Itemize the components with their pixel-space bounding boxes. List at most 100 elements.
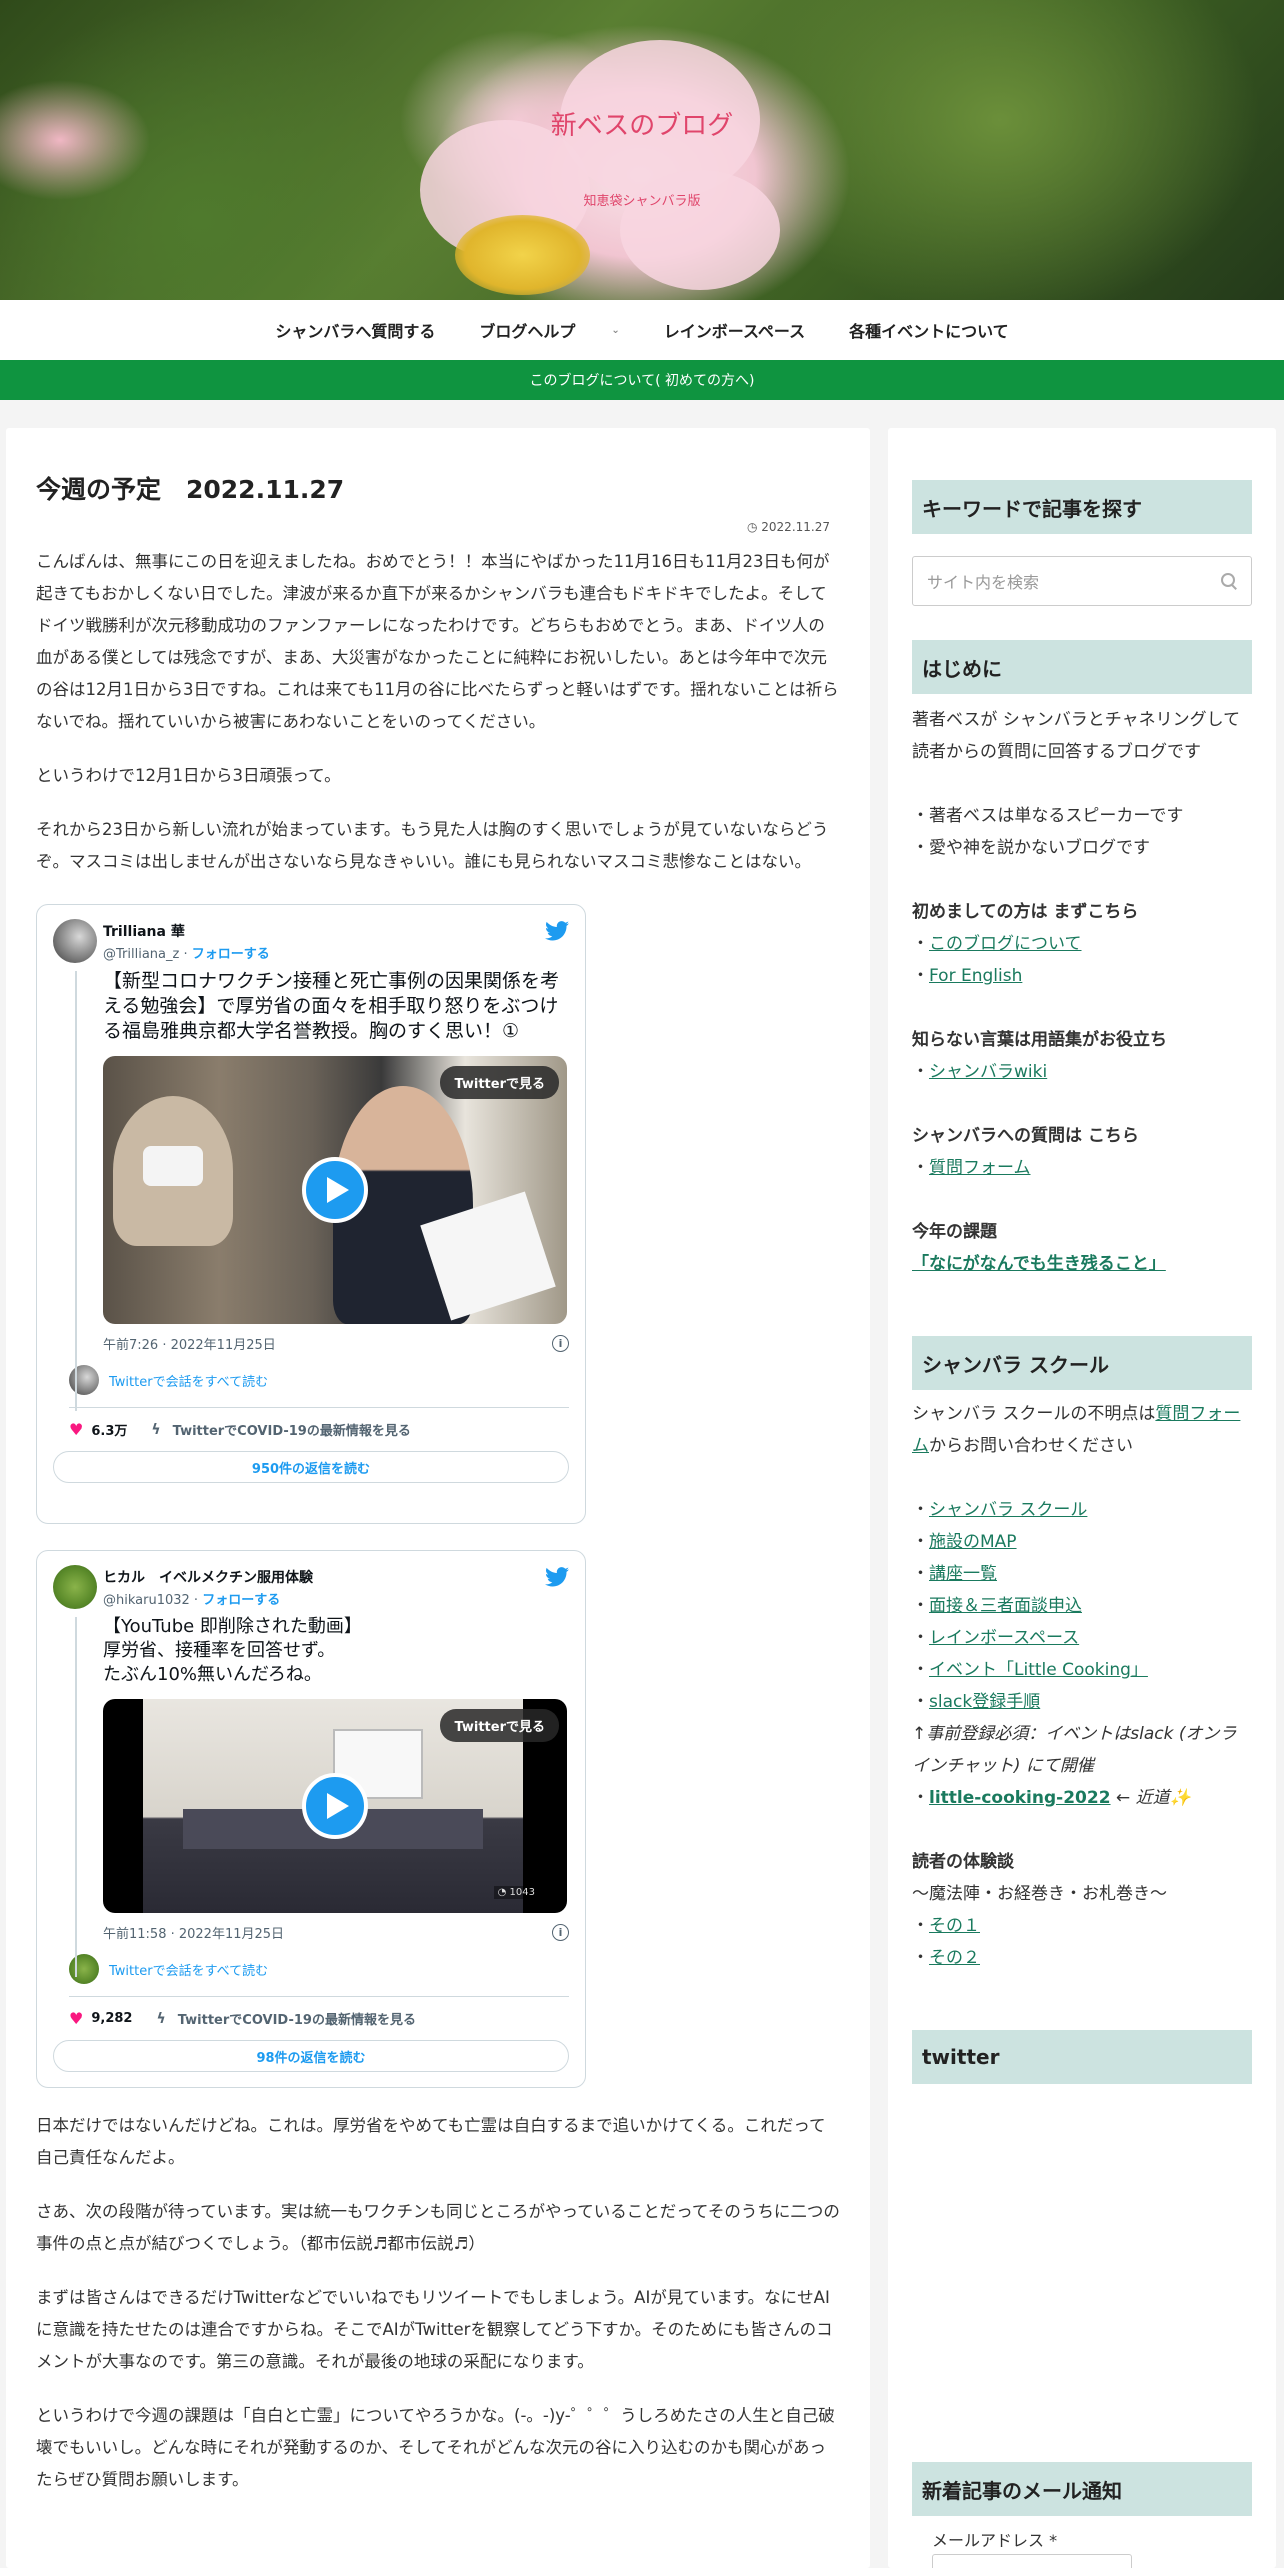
link-yearly-theme[interactable]: 「なにがなんでも生き残ること」 (912, 1254, 1166, 1274)
link-english[interactable]: For English (929, 966, 1022, 986)
link-school[interactable]: シャンバラ スクール (929, 1500, 1087, 1520)
read-conversation-label: Twitterで会話をすべて読む (109, 1374, 269, 1390)
tweet-actions: ♥ 6.3万 ϟ TwitterでCOVID-19の最新情報を見る (69, 1420, 569, 1439)
link-review-1[interactable]: その１ (929, 1916, 980, 1936)
tweet-time-row: 午前11:58 · 2022年11月25日 i (103, 1923, 569, 1942)
list-item: ・little-cooking-2022 ← 近道✨ (912, 1788, 1191, 1808)
list-item: ・シャンバラwiki (912, 1062, 1048, 1082)
twitter-timeline[interactable] (912, 2084, 1252, 2444)
mail-widget: メールアドレス * (912, 2528, 1252, 2568)
post-paragraph: まずは皆さんはできるだけTwitterなどでいいねでもリツイートでもしましょう。… (36, 2288, 833, 2371)
school-desc-text: シャンバラ スクールの不明点は (912, 1404, 1156, 1424)
read-conversation-label: Twitterで会話をすべて読む (109, 1963, 269, 1979)
post-date: ◷ 2022.11.27 (36, 520, 830, 534)
glossary-label: 知らない言葉は用語集がお役立ち (912, 1030, 1167, 1050)
read-conversation-link[interactable]: Twitterで会話をすべて読む (69, 1954, 569, 1984)
tweet-text: 【YouTube 即削除された動画】 厚労省、接種率を回答せず。 たぶん10%無… (103, 1616, 362, 1685)
link-wiki[interactable]: シャンバラwiki (929, 1062, 1047, 1082)
tweet-handle[interactable]: @Trilliana_z (103, 947, 179, 962)
link-review-2[interactable]: その２ (929, 1948, 980, 1968)
widget-heading: キーワードで記事を探す (912, 480, 1252, 534)
tweet-handle[interactable]: @hikaru1032 (103, 1593, 190, 1608)
reviews-label: 読者の体験談 (912, 1852, 1014, 1872)
search-input[interactable]: サイト内を検索 (912, 556, 1252, 606)
search-placeholder: サイト内を検索 (927, 573, 1040, 592)
notice-bar[interactable]: このブログについて( 初めての方へ) (0, 360, 1284, 400)
link-about-blog[interactable]: このブログについて (929, 934, 1082, 954)
watch-on-twitter-button[interactable]: Twitterで見る (440, 1066, 559, 1099)
link-interview[interactable]: 面接＆三者面談申込 (929, 1596, 1082, 1616)
avatar (69, 1954, 99, 1984)
embedded-tweet[interactable]: ヒカル イベルメクチン服用体験 @hikaru1032 · フォローする 【Yo… (36, 1550, 586, 2088)
heart-icon[interactable]: ♥ (69, 2009, 83, 2028)
list-item: ・シャンバラ スクール (912, 1500, 1088, 1520)
email-field[interactable] (932, 2554, 1132, 2568)
avatar[interactable] (53, 919, 97, 963)
like-count[interactable]: 9,282 (91, 2011, 132, 2026)
list-item: ・For English (912, 966, 1023, 986)
tweet-author-name[interactable]: ヒカル イベルメクチン服用体験 (103, 1567, 313, 1587)
avatar (69, 1365, 99, 1395)
intro-desc: 著者ベスが シャンバラとチャネリングして 読者からの質問に回答するブログです (912, 710, 1241, 762)
read-replies-button[interactable]: 950件の返信を読む (53, 1451, 569, 1483)
post-paragraph: というわけで今週の課題は「自白と亡霊」についてやろうかな。(-。-)y-゜゜゜う… (36, 2406, 835, 2489)
avatar[interactable] (53, 1565, 97, 1609)
nav-item-question[interactable]: シャンバラへ質問する (253, 318, 457, 342)
list-item: ・slack登録手順 (912, 1692, 1041, 1712)
watch-on-twitter-button[interactable]: Twitterで見る (440, 1709, 559, 1742)
school-desc-text: からお問い合わせください (929, 1436, 1133, 1456)
link-slack[interactable]: slack登録手順 (929, 1692, 1040, 1712)
read-conversation-link[interactable]: Twitterで会話をすべて読む (69, 1365, 569, 1395)
post-date-text: 2022.11.27 (761, 520, 830, 534)
tweet-timestamp[interactable]: 午前7:26 · 2022年11月25日 (103, 1334, 276, 1353)
shortcut-note: ← 近道✨ (1110, 1788, 1191, 1808)
tweet-time-row: 午前7:26 · 2022年11月25日 i (103, 1334, 569, 1353)
link-courses[interactable]: 講座一覧 (929, 1564, 997, 1584)
follow-link[interactable]: フォローする (192, 947, 270, 962)
intro-widget: 著者ベスが シャンバラとチャネリングして 読者からの質問に回答するブログです ・… (912, 704, 1252, 1280)
nav-item-events[interactable]: 各種イベントについて (827, 318, 1031, 342)
topic-link[interactable]: TwitterでCOVID-19の最新情報を見る (178, 2009, 416, 2028)
link-facility-map[interactable]: 施設のMAP (929, 1532, 1017, 1552)
nav-item-help[interactable]: ブログヘルプ ⌄ (457, 318, 641, 342)
tweet-video[interactable]: Twitterで見る ◔ 1043 (103, 1699, 567, 1913)
topic-link[interactable]: TwitterでCOVID-19の最新情報を見る (173, 1420, 411, 1439)
search-icon[interactable] (1221, 573, 1237, 589)
view-count: ◔ 1043 (493, 1886, 539, 1899)
info-icon[interactable]: i (552, 1335, 569, 1352)
flower-center (455, 215, 590, 295)
list-item: ・質問フォーム (912, 1158, 1031, 1178)
link-question-form[interactable]: 質問フォーム (929, 1158, 1031, 1178)
list-item: ・このブログについて (912, 934, 1082, 954)
nav-label: シャンバラへ質問する (275, 322, 436, 341)
school-widget: シャンバラ スクールの不明点は質問フォームからお問い合わせください ・シャンバラ… (912, 1398, 1252, 1974)
list-item: ・施設のMAP (912, 1532, 1017, 1552)
intro-bullet: ・著者ベスは単なるスピーカーです (912, 806, 1184, 826)
post-title: 今週の予定 2022.11.27 (36, 475, 345, 504)
site-title[interactable]: 新ベスのブログ (0, 105, 1284, 142)
widget-heading: twitter (912, 2030, 1252, 2084)
embedded-tweet[interactable]: Trilliana 華 @Trilliana_z · フォローする 【新型コロナ… (36, 904, 586, 1524)
read-replies-button[interactable]: 98件の返信を読む (53, 2040, 569, 2072)
list-item: ・レインボースペース (912, 1628, 1080, 1648)
play-icon[interactable] (302, 1773, 368, 1839)
play-icon[interactable] (302, 1157, 368, 1223)
list-item: ・その２ (912, 1948, 980, 1968)
link-cooking-2022[interactable]: little-cooking-2022 (929, 1788, 1111, 1808)
widget-heading: はじめに (912, 640, 1252, 694)
tweet-handle-row: @hikaru1032 · フォローする (103, 1592, 281, 1608)
info-icon[interactable]: i (552, 1924, 569, 1941)
twitter-bird-icon[interactable] (545, 1567, 569, 1587)
link-rainbow-space[interactable]: レインボースペース (929, 1628, 1079, 1648)
tweet-video[interactable]: Twitterで見る (103, 1056, 567, 1324)
clock-icon: ◷ (746, 520, 762, 534)
link-little-cooking[interactable]: イベント「Little Cooking」 (929, 1660, 1148, 1680)
heart-icon[interactable]: ♥ (69, 1420, 83, 1439)
nav-item-rainbow[interactable]: レインボースペース (642, 318, 827, 342)
twitter-bird-icon[interactable] (545, 921, 569, 941)
tweet-actions: ♥ 9,282 ϟ TwitterでCOVID-19の最新情報を見る (69, 2009, 569, 2028)
like-count[interactable]: 6.3万 (91, 1420, 127, 1439)
tweet-timestamp[interactable]: 午前11:58 · 2022年11月25日 (103, 1923, 284, 1942)
follow-link[interactable]: フォローする (202, 1593, 280, 1608)
tweet-author-name[interactable]: Trilliana 華 (103, 921, 270, 941)
